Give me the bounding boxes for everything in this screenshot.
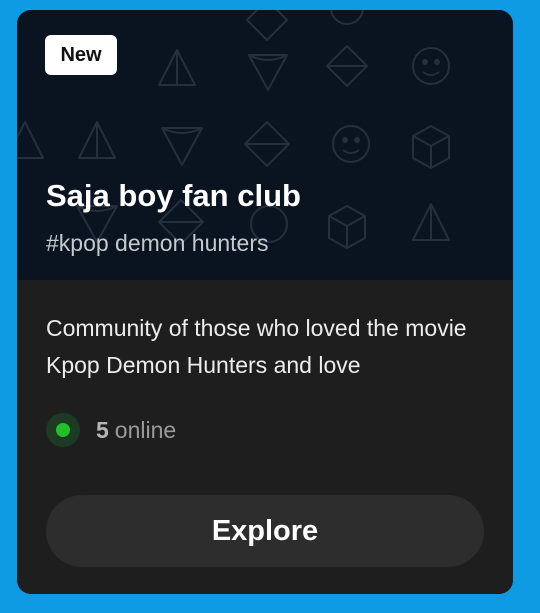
explore-button[interactable]: Explore (46, 495, 484, 567)
card-body: Community of those who loved the movie K… (17, 280, 513, 594)
new-badge: New (45, 35, 117, 75)
online-status: 5 online (46, 413, 176, 447)
community-tag: #kpop demon hunters (46, 230, 269, 256)
online-status-dot-icon (46, 413, 80, 447)
card-header: New Saja boy fan club #kpop demon hunter… (17, 10, 513, 280)
online-label: online (114, 416, 177, 443)
community-description: Community of those who loved the movie K… (46, 315, 467, 378)
community-card[interactable]: New Saja boy fan club #kpop demon hunter… (17, 10, 513, 594)
community-title: Saja boy fan club (46, 178, 301, 213)
online-count: 5 (96, 416, 109, 443)
online-dot (56, 423, 70, 437)
